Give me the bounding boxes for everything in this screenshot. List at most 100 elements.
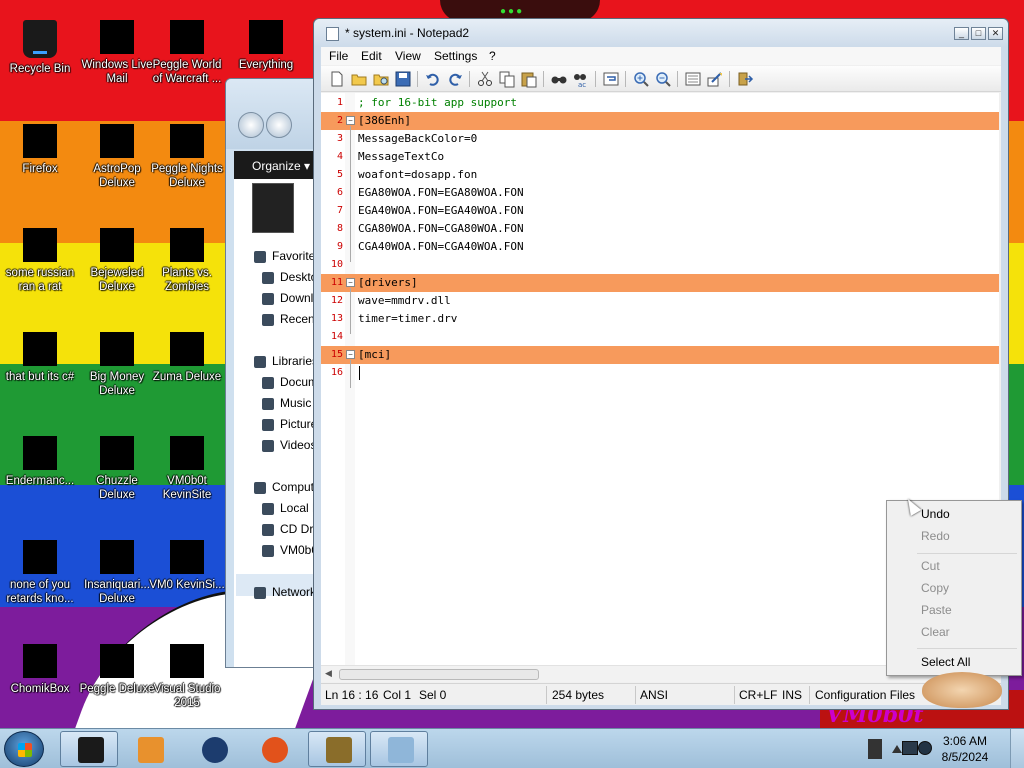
code-line[interactable]: 13 timer=timer.drv: [321, 310, 999, 328]
desktop-shortcut[interactable]: Windows Live Mail: [77, 6, 157, 86]
desktop-shortcut[interactable]: VM0b0t KevinSite: [147, 422, 227, 502]
desktop-shortcut[interactable]: Chuzzle Deluxe: [77, 422, 157, 502]
taskbar-button[interactable]: [370, 731, 428, 767]
code-line[interactable]: 12 wave=mmdrv.dll: [321, 292, 999, 310]
zoom-out-icon[interactable]: [654, 70, 672, 88]
start-button[interactable]: [4, 731, 44, 767]
desktop-shortcut[interactable]: Peggle World of Warcraft ...: [147, 6, 227, 86]
code-line[interactable]: 8 CGA80WOA.FON=CGA80WOA.FON: [321, 220, 999, 238]
nav-item[interactable]: Network: [272, 585, 316, 599]
status-scheme[interactable]: Configuration Files: [815, 688, 915, 702]
desktop-shortcut[interactable]: Big Money Deluxe: [77, 318, 157, 398]
section-header-line[interactable]: 15− [mci]: [321, 346, 999, 364]
copy-icon[interactable]: [498, 70, 516, 88]
title-bar[interactable]: * system.ini - Notepad2 _ □ ✕: [314, 19, 1008, 47]
open-file-icon[interactable]: [350, 70, 368, 88]
desktop-shortcut[interactable]: none of you retards kno...: [0, 526, 80, 606]
desktop-shortcut[interactable]: Firefox: [0, 110, 80, 176]
redo-icon[interactable]: [446, 70, 464, 88]
taskbar-button[interactable]: [244, 731, 302, 767]
menu-settings[interactable]: Settings: [434, 49, 477, 63]
section-header-line[interactable]: 2− [386Enh]: [321, 112, 999, 130]
desktop-shortcut[interactable]: ChomikBox: [0, 630, 80, 696]
new-file-icon[interactable]: [328, 70, 346, 88]
taskbar-button[interactable]: [60, 731, 118, 767]
back-button[interactable]: [238, 112, 264, 138]
close-button[interactable]: ✕: [988, 27, 1003, 40]
nav-item[interactable]: Libraries: [272, 354, 318, 368]
undo-icon[interactable]: [424, 70, 442, 88]
code-line[interactable]: 5 woafont=dosapp.fon: [321, 166, 999, 184]
line-number: 5: [336, 169, 343, 180]
desktop-shortcut[interactable]: Plants vs. Zombies: [147, 214, 227, 294]
exit-icon[interactable]: [736, 70, 754, 88]
show-desktop-button[interactable]: [1010, 729, 1024, 768]
ctx-copy[interactable]: Copy: [887, 578, 1021, 598]
maximize-button[interactable]: □: [971, 27, 986, 40]
desktop-shortcut[interactable]: that but its c#: [0, 318, 80, 384]
ctx-redo[interactable]: Redo: [887, 526, 1021, 546]
code-line[interactable]: 9 CGA40WOA.FON=CGA40WOA.FON: [321, 238, 999, 256]
menu-edit[interactable]: Edit: [361, 49, 382, 63]
scrollbar-thumb[interactable]: [339, 669, 539, 680]
code-line[interactable]: 1 ; for 16-bit app support: [321, 94, 999, 112]
find-icon[interactable]: [550, 70, 568, 88]
desktop-shortcut[interactable]: VM0 KevinSi...: [147, 526, 227, 592]
line-number: 16: [330, 367, 343, 378]
network-icon[interactable]: [902, 741, 918, 755]
nav-item[interactable]: Music: [280, 396, 311, 410]
minimize-button[interactable]: _: [954, 27, 969, 40]
status-encoding[interactable]: ANSI: [640, 688, 668, 702]
taskbar-button[interactable]: [120, 731, 178, 767]
schemes-icon[interactable]: [684, 70, 702, 88]
desktop-shortcut[interactable]: Bejeweled Deluxe: [77, 214, 157, 294]
forward-button[interactable]: [266, 112, 292, 138]
taskbar-button[interactable]: [184, 731, 242, 767]
desktop-shortcut[interactable]: Recycle Bin: [0, 6, 80, 76]
desktop-shortcut[interactable]: AstroPop Deluxe: [77, 110, 157, 190]
desktop-shortcut[interactable]: Everything: [226, 6, 306, 72]
desktop-shortcut[interactable]: Insaniquari... Deluxe: [77, 526, 157, 606]
desktop-shortcut[interactable]: Visual Studio 2015: [147, 630, 227, 710]
code-line[interactable]: 3 MessageBackColor=0: [321, 130, 999, 148]
nav-item[interactable]: Videos: [280, 438, 316, 452]
desktop-shortcut[interactable]: Endermanc...: [0, 422, 80, 488]
menu-view[interactable]: View: [395, 49, 421, 63]
paste-icon[interactable]: [520, 70, 538, 88]
save-icon[interactable]: [394, 70, 412, 88]
scroll-left-icon[interactable]: ◀: [325, 668, 332, 679]
desktop-shortcut[interactable]: Peggle Nights Deluxe: [147, 110, 227, 190]
code-line[interactable]: 4 MessageTextCo: [321, 148, 999, 166]
code-line[interactable]: 6 EGA80WOA.FON=EGA80WOA.FON: [321, 184, 999, 202]
ctx-select-all[interactable]: Select All: [887, 652, 1021, 672]
fold-toggle-icon[interactable]: −: [346, 116, 355, 125]
ctx-clear[interactable]: Clear: [887, 622, 1021, 642]
status-eol[interactable]: CR+LF: [739, 688, 777, 702]
clock[interactable]: 3:06 AM 8/5/2024: [930, 733, 1000, 765]
replace-icon[interactable]: ac: [572, 70, 590, 89]
show-hidden-icons[interactable]: [892, 743, 902, 753]
section-header-line[interactable]: 11− [drivers]: [321, 274, 999, 292]
fold-toggle-icon[interactable]: −: [346, 350, 355, 359]
code-line[interactable]: 10: [321, 256, 999, 274]
code-line[interactable]: 7 EGA40WOA.FON=EGA40WOA.FON: [321, 202, 999, 220]
menu-file[interactable]: File: [329, 49, 348, 63]
cut-icon[interactable]: [476, 70, 494, 88]
organize-button[interactable]: Organize ▾: [252, 159, 310, 173]
fold-toggle-icon[interactable]: −: [346, 278, 355, 287]
explorer-window[interactable]: Organize ▾ FavoritesDesktopDownloadsRece…: [225, 78, 325, 668]
taskbar-button[interactable]: [308, 731, 366, 767]
code-line[interactable]: 16: [321, 364, 999, 382]
desktop-shortcut[interactable]: Zuma Deluxe: [147, 318, 227, 384]
desktop-shortcut[interactable]: some russian ran a rat: [0, 214, 80, 294]
code-line[interactable]: 14: [321, 328, 999, 346]
desktop-shortcut[interactable]: Peggle Deluxe: [77, 630, 157, 696]
customize-icon[interactable]: [706, 70, 724, 88]
zoom-in-icon[interactable]: [632, 70, 650, 88]
tray-app-icon[interactable]: [868, 739, 882, 759]
ctx-paste[interactable]: Paste: [887, 600, 1021, 620]
ctx-cut[interactable]: Cut: [887, 556, 1021, 576]
word-wrap-icon[interactable]: [602, 70, 620, 88]
browse-icon[interactable]: [372, 70, 390, 88]
menu-help[interactable]: ?: [489, 49, 496, 63]
